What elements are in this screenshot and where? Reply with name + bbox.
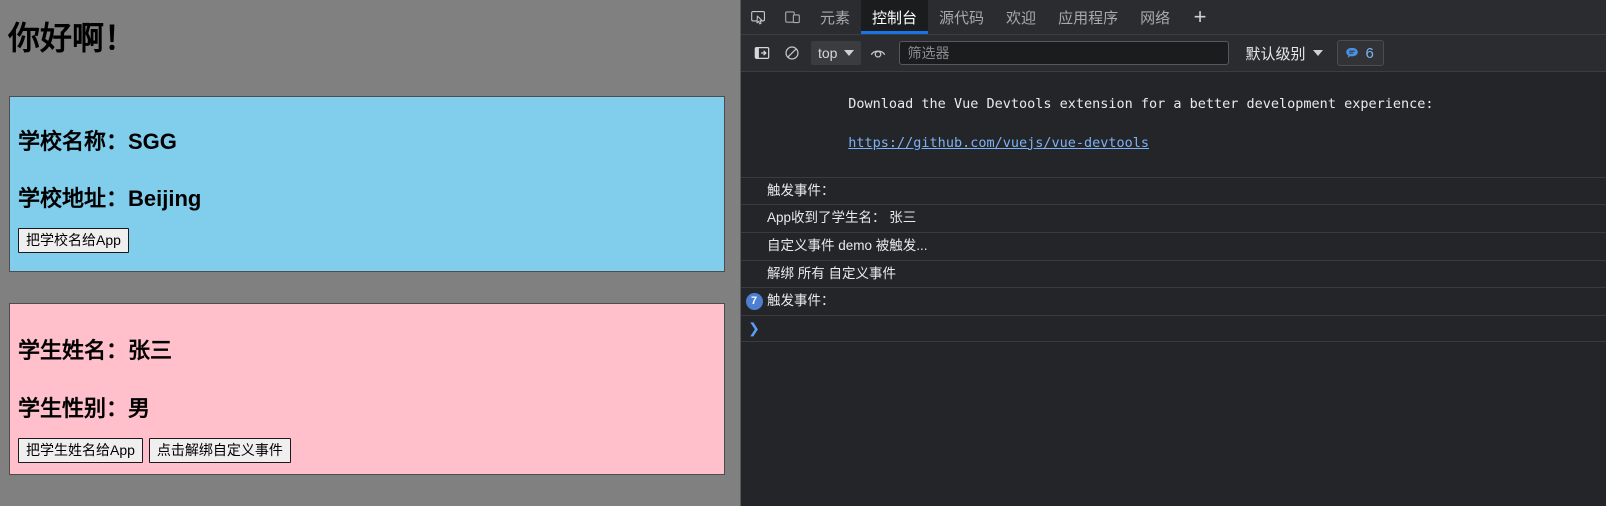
tab-sources[interactable]: 源代码 — [928, 0, 995, 34]
console-message-text: 触发事件： — [767, 182, 835, 198]
execution-context-dropdown[interactable]: top — [811, 41, 862, 65]
tab-elements[interactable]: 元素 — [809, 0, 861, 34]
tab-application[interactable]: 应用程序 — [1047, 0, 1129, 34]
school-card: 学校名称：SGG 学校地址：Beijing 把学校名给App — [9, 96, 725, 272]
vue-devtools-link[interactable]: https://github.com/vuejs/vue-devtools — [848, 135, 1149, 151]
devtools-panel: 元素 控制台 源代码 欢迎 应用程序 网络 + top 筛选器 默认级别 6 D… — [740, 0, 1606, 506]
console-sidebar-toggle-icon[interactable] — [749, 40, 775, 66]
devtools-tabbar: 元素 控制台 源代码 欢迎 应用程序 网络 + — [741, 0, 1606, 35]
execution-context-value: top — [818, 45, 838, 61]
send-student-name-button[interactable]: 把学生姓名给App — [18, 438, 143, 463]
tab-application-label: 应用程序 — [1058, 9, 1119, 27]
console-message-text: App收到了学生名： 张三 — [767, 210, 917, 226]
inspect-element-icon[interactable] — [741, 0, 775, 34]
console-message-row[interactable]: 触发事件： — [741, 178, 1606, 206]
student-name-text: 学生姓名：张三 — [18, 338, 173, 363]
student-card: 学生姓名：张三 学生性别：男 把学生姓名给App 点击解绑自定义事件 — [9, 303, 725, 475]
console-message-text: Download the Vue Devtools extension for … — [848, 95, 1434, 112]
console-row-gutter — [741, 236, 767, 238]
message-bubble-icon — [1346, 47, 1359, 58]
tab-console[interactable]: 控制台 — [861, 0, 929, 34]
console-message-text: 解绑 所有 自定义事件 — [767, 265, 897, 281]
message-count-value: 6 — [1365, 44, 1374, 62]
chevron-down-icon — [844, 50, 855, 56]
student-gender-text: 学生性别：男 — [18, 396, 151, 421]
tab-network[interactable]: 网络 — [1129, 0, 1181, 34]
unbind-custom-event-button[interactable]: 点击解绑自定义事件 — [148, 438, 291, 463]
browser-page-content: 你好啊！ 学校名称：SGG 学校地址：Beijing 把学校名给App 学生姓名… — [0, 0, 738, 506]
tab-console-label: 控制台 — [872, 9, 918, 27]
log-level-dropdown[interactable]: 默认级别 — [1239, 43, 1329, 64]
send-school-name-button[interactable]: 把学校名给App — [18, 228, 129, 253]
console-filter-input[interactable] — [899, 41, 1230, 65]
student-button-row: 把学生姓名给App 点击解绑自定义事件 — [10, 438, 724, 463]
live-expression-eye-icon[interactable] — [865, 40, 891, 66]
device-toolbar-toggle-icon[interactable] — [775, 0, 809, 34]
console-row-gutter — [741, 75, 767, 77]
console-row-gutter — [741, 208, 767, 210]
repeat-count-badge: 7 — [745, 293, 763, 311]
console-message-text: 触发事件： — [767, 293, 835, 309]
console-message-row[interactable]: 解绑 所有 自定义事件 — [741, 261, 1606, 289]
tab-elements-label: 元素 — [820, 9, 851, 27]
console-message-text-block: Download the Vue Devtools extension for … — [767, 75, 1606, 173]
console-message-row[interactable]: App收到了学生名： 张三 — [741, 205, 1606, 233]
clear-console-icon[interactable] — [779, 40, 805, 66]
page-title: 你好啊！ — [8, 20, 137, 56]
tab-sources-label: 源代码 — [939, 9, 985, 27]
school-address-text: 学校地址：Beijing — [18, 186, 202, 211]
log-level-label: 默认级别 — [1245, 45, 1306, 63]
console-prompt-row[interactable]: ❯ — [741, 316, 1606, 342]
school-name-text: 学校名称：SGG — [18, 129, 177, 154]
console-message-text: 自定义事件 demo 被触发... — [767, 237, 928, 253]
tab-network-label: 网络 — [1140, 9, 1171, 27]
console-toolbar: top 默认级别 6 — [741, 35, 1606, 72]
tab-welcome-label: 欢迎 — [1006, 9, 1037, 27]
screenshot-root: 你好啊！ 学校名称：SGG 学校地址：Beijing 把学校名给App 学生姓名… — [0, 0, 1606, 506]
console-messages-list[interactable]: Download the Vue Devtools extension for … — [741, 72, 1606, 506]
tab-welcome[interactable]: 欢迎 — [995, 0, 1047, 34]
console-message-row[interactable]: Download the Vue Devtools extension for … — [741, 72, 1606, 178]
chevron-down-icon — [1313, 50, 1324, 56]
console-message-row[interactable]: 自定义事件 demo 被触发... — [741, 233, 1606, 261]
console-row-gutter: 7 — [741, 291, 767, 311]
prompt-chevron-icon: ❯ — [748, 319, 760, 336]
console-row-gutter — [741, 264, 767, 266]
message-count-badge[interactable]: 6 — [1337, 40, 1384, 66]
console-message-row[interactable]: 7 触发事件： — [741, 288, 1606, 316]
console-row-gutter — [741, 181, 767, 183]
add-panel-button[interactable]: + — [1181, 0, 1219, 34]
school-button-row: 把学校名给App — [10, 228, 724, 253]
